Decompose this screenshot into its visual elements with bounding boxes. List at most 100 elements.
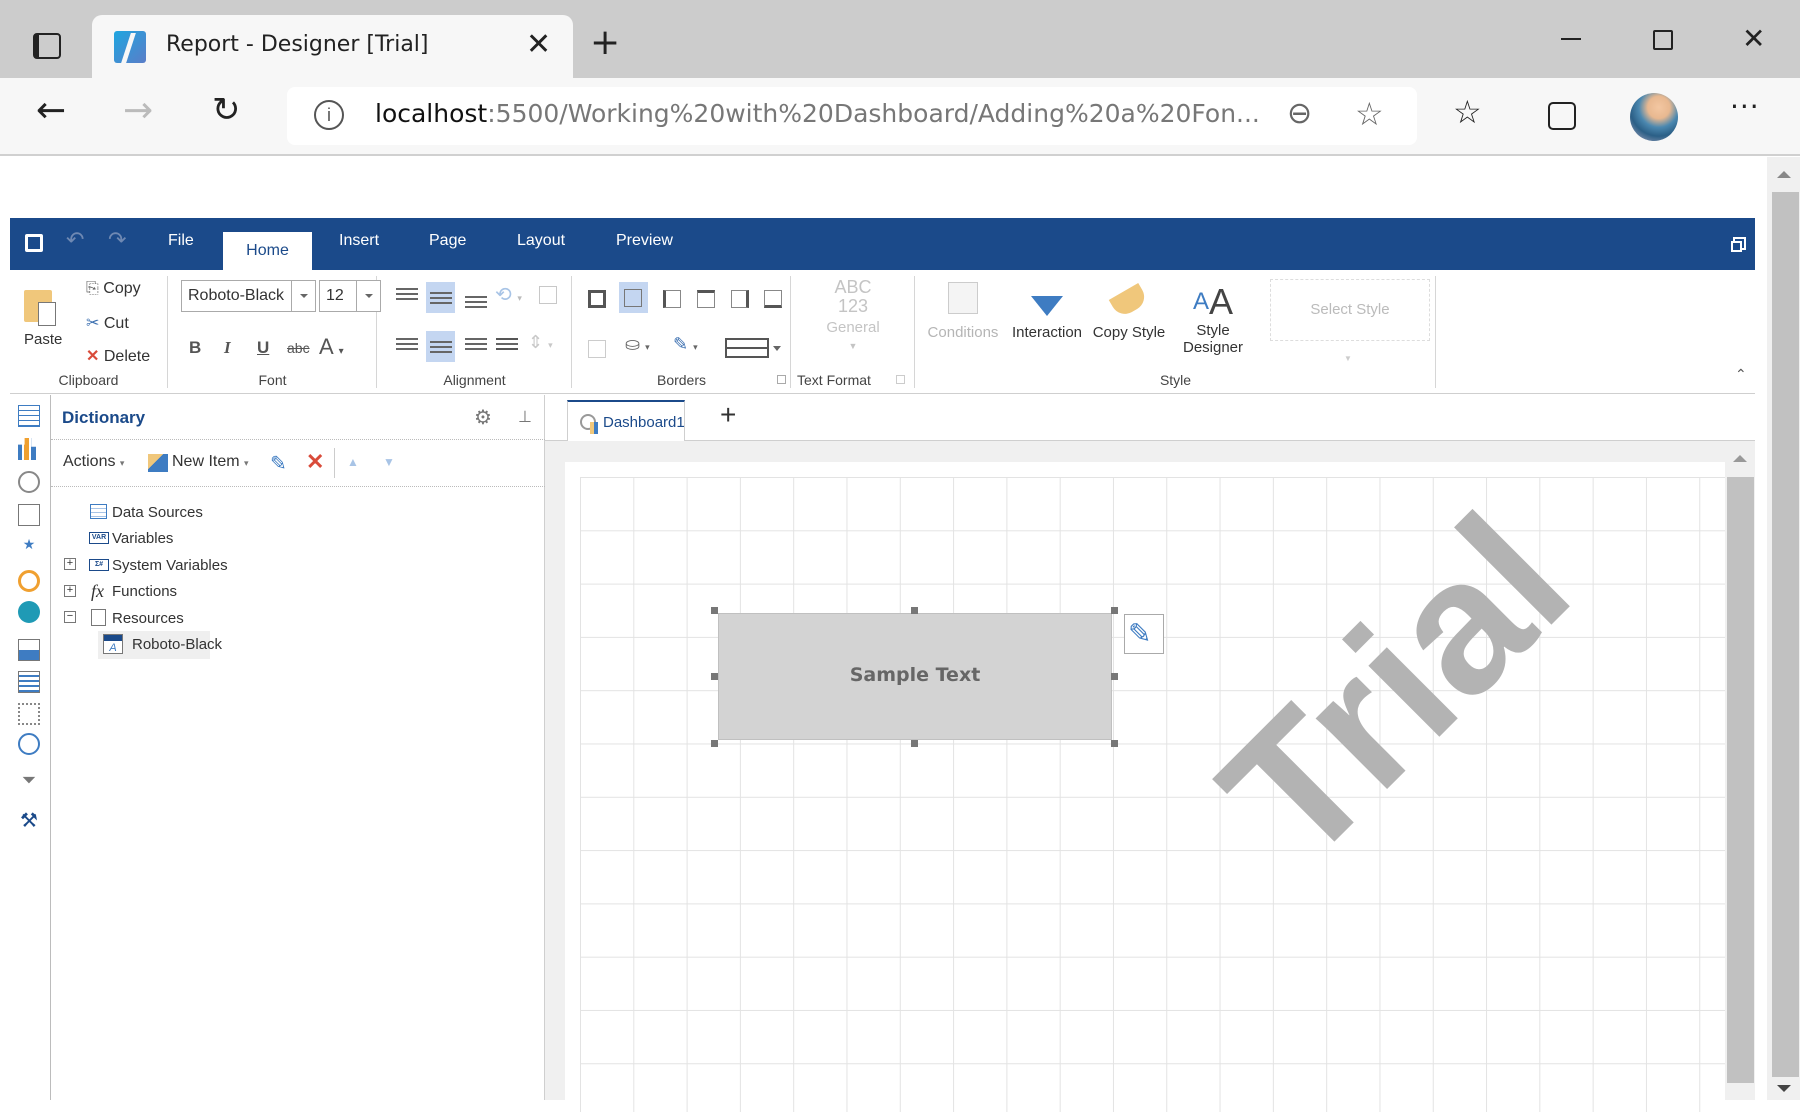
url-text[interactable]: localhost:5500/Working%20with%20Dashboar… — [375, 99, 1260, 128]
tab-file[interactable]: File — [168, 232, 194, 250]
align-top-icon[interactable] — [396, 288, 418, 300]
zoom-out-icon[interactable]: ⊖ — [1287, 96, 1312, 131]
resize-handle-se[interactable] — [1111, 740, 1118, 747]
top-border-icon[interactable] — [697, 290, 715, 308]
tab-home[interactable]: Home — [223, 232, 312, 270]
move-down-icon[interactable]: ▼ — [383, 455, 395, 469]
image-icon[interactable] — [18, 639, 40, 661]
word-wrap-icon[interactable] — [539, 286, 557, 304]
tab-insert[interactable]: Insert — [339, 232, 379, 250]
map-icon[interactable] — [18, 601, 40, 623]
redo-icon[interactable]: ↷ — [108, 228, 126, 253]
resize-handle-w[interactable] — [711, 673, 718, 680]
expand-system-variables[interactable]: + — [64, 558, 76, 570]
tree-item-roboto-black[interactable]: Roboto-Black — [132, 636, 222, 653]
indicator-icon[interactable]: ★ — [18, 536, 40, 558]
text-element[interactable]: Sample Text — [718, 613, 1112, 740]
resize-handle-e[interactable] — [1111, 673, 1118, 680]
shapes-icon[interactable] — [18, 733, 40, 755]
add-favorite-icon[interactable]: ☆ — [1355, 95, 1384, 133]
font-color-button[interactable]: A ▾ — [319, 334, 344, 360]
bold-button[interactable]: B — [189, 338, 201, 358]
text-format-button[interactable]: ABC 123 General ▼ — [792, 278, 914, 356]
tree-item-resources[interactable]: Resources — [112, 610, 184, 627]
border-color-icon[interactable]: ✎ ▾ — [673, 334, 698, 355]
canvas-vertical-scrollbar[interactable] — [1725, 441, 1755, 1100]
tree-item-variables[interactable]: Variables — [112, 530, 173, 547]
filter-icon[interactable]: ⏷ — [18, 770, 40, 792]
tab-actions-icon[interactable] — [33, 33, 61, 59]
favorites-icon[interactable]: ☆ — [1453, 93, 1482, 131]
delete-item-icon[interactable]: ✕ — [306, 449, 324, 475]
line-spacing-icon[interactable]: ⇕ ▾ — [528, 332, 553, 353]
interaction-button[interactable]: Interaction — [1008, 282, 1086, 341]
resize-handle-n[interactable] — [911, 607, 918, 614]
tab-page[interactable]: Page — [429, 232, 466, 250]
strikethrough-button[interactable]: abc — [287, 340, 310, 356]
move-up-icon[interactable]: ▲ — [347, 455, 359, 469]
page-scrollbar[interactable] — [1767, 157, 1800, 1100]
font-size-select[interactable]: 12 — [319, 280, 381, 312]
tree-item-data-sources[interactable]: Data Sources — [112, 504, 203, 521]
cut-button[interactable]: ✂ Cut — [86, 313, 129, 333]
copy-button[interactable]: ⎘ Copy — [86, 280, 141, 298]
align-left-icon[interactable] — [396, 338, 418, 350]
address-bar[interactable]: i localhost:5500/Working%20with%20Dashbo… — [287, 87, 1417, 145]
tree-item-functions[interactable]: Functions — [112, 583, 177, 600]
dashboard-page[interactable] — [565, 462, 1727, 1112]
tab-dashboard1[interactable]: Dashboard1 — [567, 400, 685, 442]
page-scroll-thumb[interactable] — [1772, 192, 1799, 1077]
paste-button[interactable]: Paste — [18, 284, 66, 354]
profile-avatar[interactable] — [1630, 93, 1678, 141]
bottom-border-icon[interactable] — [764, 290, 782, 308]
settings-gear-icon[interactable]: ⚙ — [474, 405, 492, 430]
italic-button[interactable]: I — [224, 338, 231, 358]
align-bottom-icon[interactable] — [465, 296, 487, 308]
tab-layout[interactable]: Layout — [517, 232, 565, 250]
more-icon[interactable]: ··· — [1730, 90, 1760, 123]
resize-handle-s[interactable] — [911, 740, 918, 747]
style-designer-button[interactable]: AA Style Designer — [1178, 282, 1248, 357]
close-tab-icon[interactable]: ✕ — [526, 27, 551, 62]
pin-icon[interactable]: ⊥ — [518, 407, 532, 427]
collapse-resources[interactable]: − — [64, 611, 76, 623]
left-border-icon[interactable] — [663, 290, 681, 308]
chevron-down-icon[interactable] — [356, 281, 380, 311]
progress-icon[interactable] — [18, 570, 40, 592]
justify-icon[interactable] — [496, 338, 518, 350]
fill-color-icon[interactable]: ⛀ ▾ — [625, 334, 650, 355]
collapse-ribbon-icon[interactable]: ⌃ — [1735, 366, 1747, 383]
save-icon[interactable] — [25, 234, 43, 252]
scroll-up-icon[interactable] — [1777, 171, 1791, 178]
expand-functions[interactable]: + — [64, 585, 76, 597]
font-family-select[interactable]: Roboto-Black — [181, 280, 316, 312]
close-window-icon[interactable]: ✕ — [1742, 22, 1765, 55]
align-middle-button[interactable] — [426, 282, 455, 313]
rotate-text-icon[interactable]: ⟲ ▾ — [495, 282, 522, 307]
pivot-table-icon[interactable] — [18, 504, 40, 526]
panel-icon[interactable] — [18, 703, 40, 725]
edit-element-button[interactable]: ✎ — [1124, 614, 1164, 654]
select-style-gallery[interactable]: Select Style — [1270, 279, 1430, 341]
canvas-scroll-thumb[interactable] — [1727, 477, 1754, 1083]
delete-button[interactable]: ✕ Delete — [86, 346, 150, 366]
gauge-icon[interactable] — [18, 471, 40, 493]
refresh-icon[interactable]: ↻ — [212, 90, 241, 130]
maximize-icon[interactable] — [1653, 30, 1673, 50]
right-border-icon[interactable] — [731, 290, 749, 308]
browser-tab[interactable]: Report - Designer [Trial] ✕ — [92, 15, 573, 79]
scroll-down-icon[interactable] — [1777, 1085, 1791, 1092]
new-tab-icon[interactable]: + — [590, 22, 620, 63]
chevron-down-icon[interactable] — [291, 281, 315, 311]
add-dashboard-icon[interactable]: + — [720, 399, 736, 431]
conditions-button[interactable]: Conditions — [924, 282, 1002, 341]
border-settings-icon[interactable] — [588, 340, 606, 358]
actions-menu[interactable]: Actions ▾ — [63, 453, 124, 471]
resize-handle-sw[interactable] — [711, 740, 718, 747]
edit-icon[interactable]: ✎ — [270, 451, 287, 476]
table-icon[interactable] — [18, 405, 40, 427]
border-style-icon[interactable] — [725, 338, 769, 358]
select-style-dropdown[interactable]: ▼ — [1344, 354, 1352, 363]
all-borders-icon[interactable] — [588, 290, 606, 308]
restore-window-icon[interactable] — [1731, 241, 1742, 252]
